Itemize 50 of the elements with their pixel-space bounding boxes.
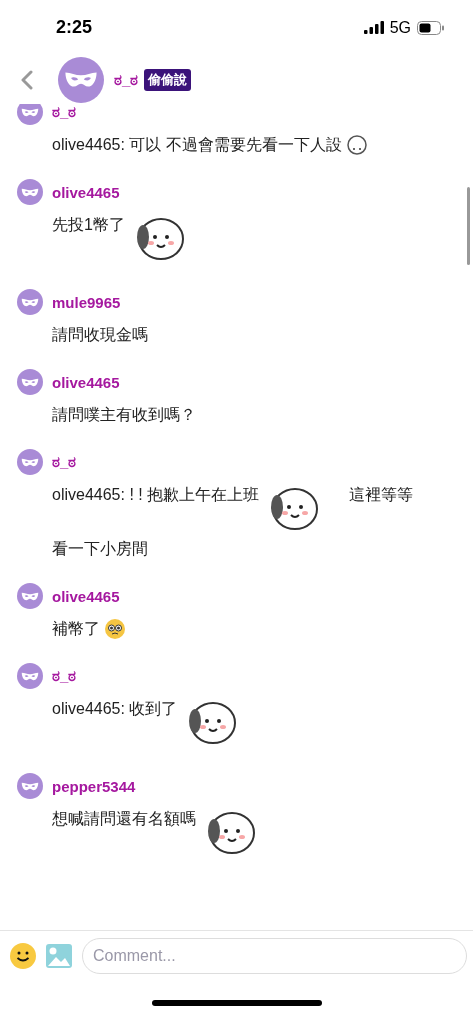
- message-text: olive4465: 可以 不過會需要先看一下人設: [52, 135, 342, 155]
- mask-icon: [21, 377, 39, 387]
- message-text: 請問噗主有收到嗎？: [52, 405, 196, 425]
- message-text: 看一下小房間: [52, 539, 148, 559]
- mask-icon: [21, 457, 39, 467]
- username[interactable]: olive4465: [52, 183, 120, 201]
- face-icon: [345, 134, 368, 156]
- image-icon[interactable]: [46, 944, 72, 968]
- pleading-face-icon: [104, 618, 126, 640]
- mask-icon: [21, 781, 39, 791]
- message-text: olive4465: 收到了: [52, 699, 178, 719]
- message-text: 補幣了: [52, 619, 100, 639]
- avatar[interactable]: [17, 663, 43, 689]
- username[interactable]: mule9965: [52, 293, 121, 311]
- username[interactable]: ಠ_ಠ: [52, 453, 77, 471]
- avatar[interactable]: [17, 369, 43, 395]
- avatar[interactable]: [17, 449, 43, 475]
- mask-icon: [21, 591, 39, 601]
- username[interactable]: ಠ_ಠ: [52, 104, 77, 121]
- smiley-icon[interactable]: [10, 943, 36, 969]
- badge: 偷偷說: [144, 68, 192, 91]
- mask-icon: [64, 71, 98, 88]
- avatar[interactable]: [17, 773, 43, 799]
- avatar[interactable]: [17, 104, 43, 125]
- mask-icon: [21, 107, 39, 117]
- chevron-left-icon: [21, 69, 33, 90]
- username[interactable]: olive4465: [52, 587, 120, 605]
- message-text: 先投1幣了: [52, 215, 125, 235]
- avatar[interactable]: [17, 289, 43, 315]
- chat-title: ಠ_ಠ: [114, 70, 139, 89]
- avatar[interactable]: [17, 179, 43, 205]
- home-indicator[interactable]: [151, 999, 322, 1006]
- username[interactable]: olive4465: [52, 373, 120, 391]
- battery-icon: [417, 20, 445, 35]
- message-text: 想喊請問還有名額嗎: [52, 809, 196, 829]
- username[interactable]: pepper5344: [52, 777, 136, 795]
- message-text: 這裡等等: [349, 485, 414, 505]
- message-text: olive4465: ! ! 抱歉上午在上班: [52, 485, 260, 505]
- username[interactable]: ಠ_ಠ: [52, 667, 77, 685]
- mask-icon: [21, 187, 39, 197]
- network-label: 5G: [389, 18, 411, 37]
- avatar[interactable]: [58, 56, 104, 103]
- comment-field[interactable]: Comment...: [82, 938, 467, 974]
- message-text: 請問收現金嗎: [52, 325, 148, 345]
- signal-icon: [363, 21, 384, 34]
- mask-icon: [21, 297, 39, 307]
- status-time: 2:25: [56, 17, 93, 38]
- avatar[interactable]: [17, 583, 43, 609]
- mask-icon: [21, 671, 39, 681]
- scrollbar[interactable]: [467, 187, 470, 265]
